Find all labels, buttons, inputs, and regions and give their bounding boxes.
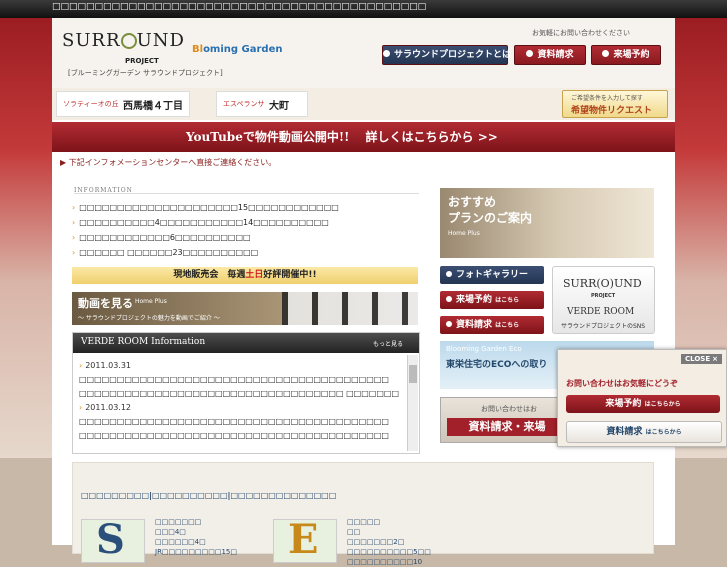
- entry-text[interactable]: □□□□□□□□□□□□□□□□□□□□□□□□□□□□□□□□□□□□□□□□…: [79, 373, 405, 387]
- property-info[interactable]: □□□□□ □□ □□□□□□□2□ □□□□□□□□□□5□□ □□□□□□□…: [347, 517, 431, 567]
- property-info[interactable]: □□□□□□□ □□□4□ □□□□□□4□ JR□□□□□□□□□15□: [155, 517, 237, 557]
- property-heading: □□□□□□□□□|□□□□□□□□□□|□□□□□□□□□□□□□□: [81, 491, 337, 500]
- entry-text[interactable]: □□□□□□□□□□□□□□□□□□□□□□□□□□□□□□□□□□□□□□□□…: [79, 415, 405, 429]
- sale-banner[interactable]: 現地販売会 毎週土日好評開催中!!: [72, 267, 418, 284]
- divider: [74, 193, 419, 194]
- logo-caption: [ブルーミングガーデン サラウンドプロジェクト]: [68, 69, 223, 77]
- property-section: □□□□□□□□□|□□□□□□□□□□|□□□□□□□□□□□□□□ S □□…: [72, 462, 654, 566]
- contact-popup: CLOSE × お問い合わせはお気軽にどうぞ 来場予約 はこちらから 資料請求 は…: [557, 349, 727, 447]
- dot-icon: [602, 50, 610, 57]
- visit-reserve-button[interactable]: 来場予約 はこちら: [440, 291, 544, 309]
- logo-sub: PROJECT: [125, 57, 159, 65]
- scrollbar[interactable]: [407, 355, 418, 451]
- entry-date: › 2011.03.12: [79, 403, 132, 412]
- logo-circle-icon: [120, 33, 137, 49]
- dot-icon: [383, 50, 390, 57]
- entry-date: › 2011.03.31: [79, 361, 132, 370]
- top-bar: □□□□□□□□□□□□□□□□□□□□□□□□□□□□□□□□□□□□□□□□…: [0, 0, 727, 18]
- news-item[interactable]: › □□□□□□□□□□4□□□□□□□□□□□14□□□□□□□□□□: [72, 218, 329, 227]
- blooming-garden-logo[interactable]: Bloming Garden: [192, 44, 283, 55]
- entry-text[interactable]: □□□□□□□□□□□□□□□□□□□□□□□□□□□□□□□□□□□ □□□□…: [79, 387, 405, 401]
- header: SURR UND PROJECT [ブルーミングガーデン サラウンドプロジェクト]…: [52, 18, 675, 89]
- notice-text: ▶ 下記インフォメーションセンターへ直接ご連絡ください。: [60, 158, 277, 167]
- area-omachi[interactable]: エスペランサ 大町: [216, 91, 308, 117]
- surround-logo[interactable]: SURR UND: [62, 30, 185, 51]
- plan-banner[interactable]: おすすめ プランのご案内 Home Plus: [440, 188, 654, 258]
- about-button[interactable]: サラウンドプロジェクトとは: [382, 45, 511, 65]
- dot-icon: [526, 50, 534, 57]
- docs-button[interactable]: 資料請求: [514, 45, 586, 65]
- area-nishimabashi[interactable]: ソラティーオの丘 西馬橋４丁目: [56, 91, 190, 117]
- film-strip-image: [282, 292, 418, 325]
- gallery-button[interactable]: フォトギャラリー: [440, 266, 544, 284]
- popup-visit-button[interactable]: 来場予約 はこちらから: [566, 395, 720, 413]
- scrollbar-thumb[interactable]: [409, 365, 417, 383]
- docs-request-button[interactable]: 資料請求 はこちら: [440, 316, 544, 334]
- more-link[interactable]: もっと見る: [373, 339, 403, 348]
- property-thumbnail[interactable]: S: [81, 516, 145, 563]
- news-item[interactable]: › □□□□□□□□□□□□□□□□□□□□□15□□□□□□□□□□□□: [72, 203, 339, 212]
- close-icon: ×: [712, 355, 718, 363]
- news-item[interactable]: › □□□□□□□□□□□□6□□□□□□□□□□: [72, 233, 251, 242]
- verde-room-list: › 2011.03.31 □□□□□□□□□□□□□□□□□□□□□□□□□□□□…: [79, 359, 405, 443]
- request-button[interactable]: ご希望条件を入力して探す 希望物件リクエスト: [562, 90, 668, 118]
- popup-caption: お問い合わせはお気軽にどうぞ: [566, 379, 678, 388]
- close-button[interactable]: CLOSE ×: [681, 354, 722, 364]
- sns-box[interactable]: SURR(O)UND PROJECT VERDE ROOM サラウンドプロジェク…: [552, 266, 655, 334]
- popup-docs-button[interactable]: 資料請求 はこちらから: [566, 421, 722, 443]
- page: SURR UND PROJECT [ブルーミングガーデン サラウンドプロジェクト]…: [52, 18, 675, 566]
- top-bar-text: □□□□□□□□□□□□□□□□□□□□□□□□□□□□□□□□□□□□□□□□…: [52, 2, 427, 12]
- video-banner[interactable]: 動画を見る Home Plus ～ サラウンドプロジェクトの魅力を動画でご紹介 …: [72, 292, 418, 325]
- entry-text[interactable]: □□□□□□□□□□□□□□□□□□□□□□□□□□□□□□□□□□□□□□□□…: [79, 429, 405, 443]
- verde-room-panel: VERDE ROOM Information もっと見る › 2011.03.31…: [72, 332, 420, 454]
- youtube-banner[interactable]: YouTubeで物件動画公開中!! 詳しくはこちらから >>: [52, 122, 675, 152]
- contact-caption: お気軽にお問い合わせください: [532, 29, 630, 37]
- visit-button[interactable]: 来場予約: [591, 45, 661, 65]
- left-background: [0, 18, 52, 458]
- verde-room-header: VERDE ROOM Information もっと見る: [73, 333, 419, 353]
- property-thumbnail[interactable]: E: [273, 516, 337, 563]
- news-item[interactable]: › □□□□□□ □□□□□□23□□□□□□□□□□: [72, 248, 258, 257]
